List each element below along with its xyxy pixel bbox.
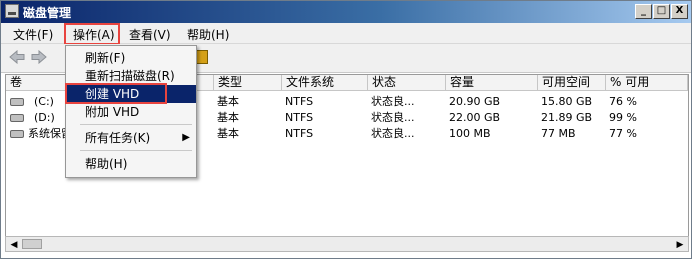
volume-free-space: 77 MB [541, 127, 576, 140]
column-header-percent-free[interactable]: % 可用 [606, 75, 688, 91]
menu-item-all-tasks[interactable]: 所有任务(K) ▶ [66, 129, 196, 147]
scroll-left-icon[interactable]: ◀ [8, 239, 20, 251]
menu-help[interactable]: 帮助(H) [187, 26, 229, 43]
volume-type: 基本 [217, 127, 239, 140]
volume-percent-free: 99 % [609, 111, 637, 124]
volume-filesystem: NTFS [285, 127, 314, 140]
volume-name: (D:) [34, 111, 55, 124]
menu-separator [80, 124, 192, 125]
menu-item-help[interactable]: 帮助(H) [66, 155, 196, 173]
disk-management-icon [5, 4, 19, 18]
volume-capacity: 20.90 GB [449, 95, 501, 108]
column-header-type[interactable]: 类型 [214, 75, 282, 91]
disk-management-window: 磁盘管理 _ □ X 文件(F) 操作(A) 查看(V) 帮助(H) 卷 布局 … [0, 0, 692, 259]
scroll-right-icon[interactable]: ▶ [674, 239, 686, 251]
back-arrow-icon[interactable] [9, 50, 25, 64]
close-button[interactable]: X [671, 4, 688, 19]
minimize-button[interactable]: _ [635, 4, 652, 19]
volume-free-space: 15.80 GB [541, 95, 593, 108]
title-bar: 磁盘管理 _ □ X [1, 1, 691, 23]
window-title: 磁盘管理 [23, 6, 72, 20]
column-header-filesystem[interactable]: 文件系统 [282, 75, 368, 91]
volume-free-space: 21.89 GB [541, 111, 593, 124]
disk-icon [10, 130, 24, 138]
volume-type: 基本 [217, 95, 239, 108]
volume-status: 状态良... [371, 127, 415, 140]
menu-item-refresh[interactable]: 刷新(F) [66, 49, 196, 67]
action-menu-dropdown: 刷新(F) 重新扫描磁盘(R) 创建 VHD 附加 VHD 所有任务(K) ▶ … [65, 45, 197, 178]
volume-status: 状态良... [371, 111, 415, 124]
menu-separator [80, 150, 192, 151]
column-header-status[interactable]: 状态 [368, 75, 446, 91]
volume-type: 基本 [217, 111, 239, 124]
menu-item-attach-vhd[interactable]: 附加 VHD [66, 103, 196, 121]
scrollbar-thumb[interactable] [22, 239, 42, 249]
horizontal-scrollbar[interactable]: ◀ ▶ [5, 236, 689, 252]
volume-filesystem: NTFS [285, 95, 314, 108]
menu-item-all-tasks-label: 所有任务(K) [85, 131, 151, 145]
menu-file[interactable]: 文件(F) [13, 26, 53, 43]
annotation-box-action-menu [64, 23, 120, 45]
volume-capacity: 22.00 GB [449, 111, 501, 124]
column-header-capacity[interactable]: 容量 [446, 75, 538, 91]
volume-capacity: 100 MB [449, 127, 491, 140]
volume-percent-free: 76 % [609, 95, 637, 108]
menu-view[interactable]: 查看(V) [129, 26, 171, 43]
volume-filesystem: NTFS [285, 111, 314, 124]
disk-icon [10, 114, 24, 122]
maximize-button[interactable]: □ [653, 4, 670, 19]
submenu-arrow-icon: ▶ [182, 132, 190, 143]
volume-name: (C:) [34, 95, 54, 108]
disk-icon [10, 98, 24, 106]
forward-arrow-icon[interactable] [31, 50, 47, 64]
volume-status: 状态良... [371, 95, 415, 108]
volume-percent-free: 77 % [609, 127, 637, 140]
column-header-free-space[interactable]: 可用空间 [538, 75, 606, 91]
annotation-box-create-vhd [65, 83, 167, 104]
